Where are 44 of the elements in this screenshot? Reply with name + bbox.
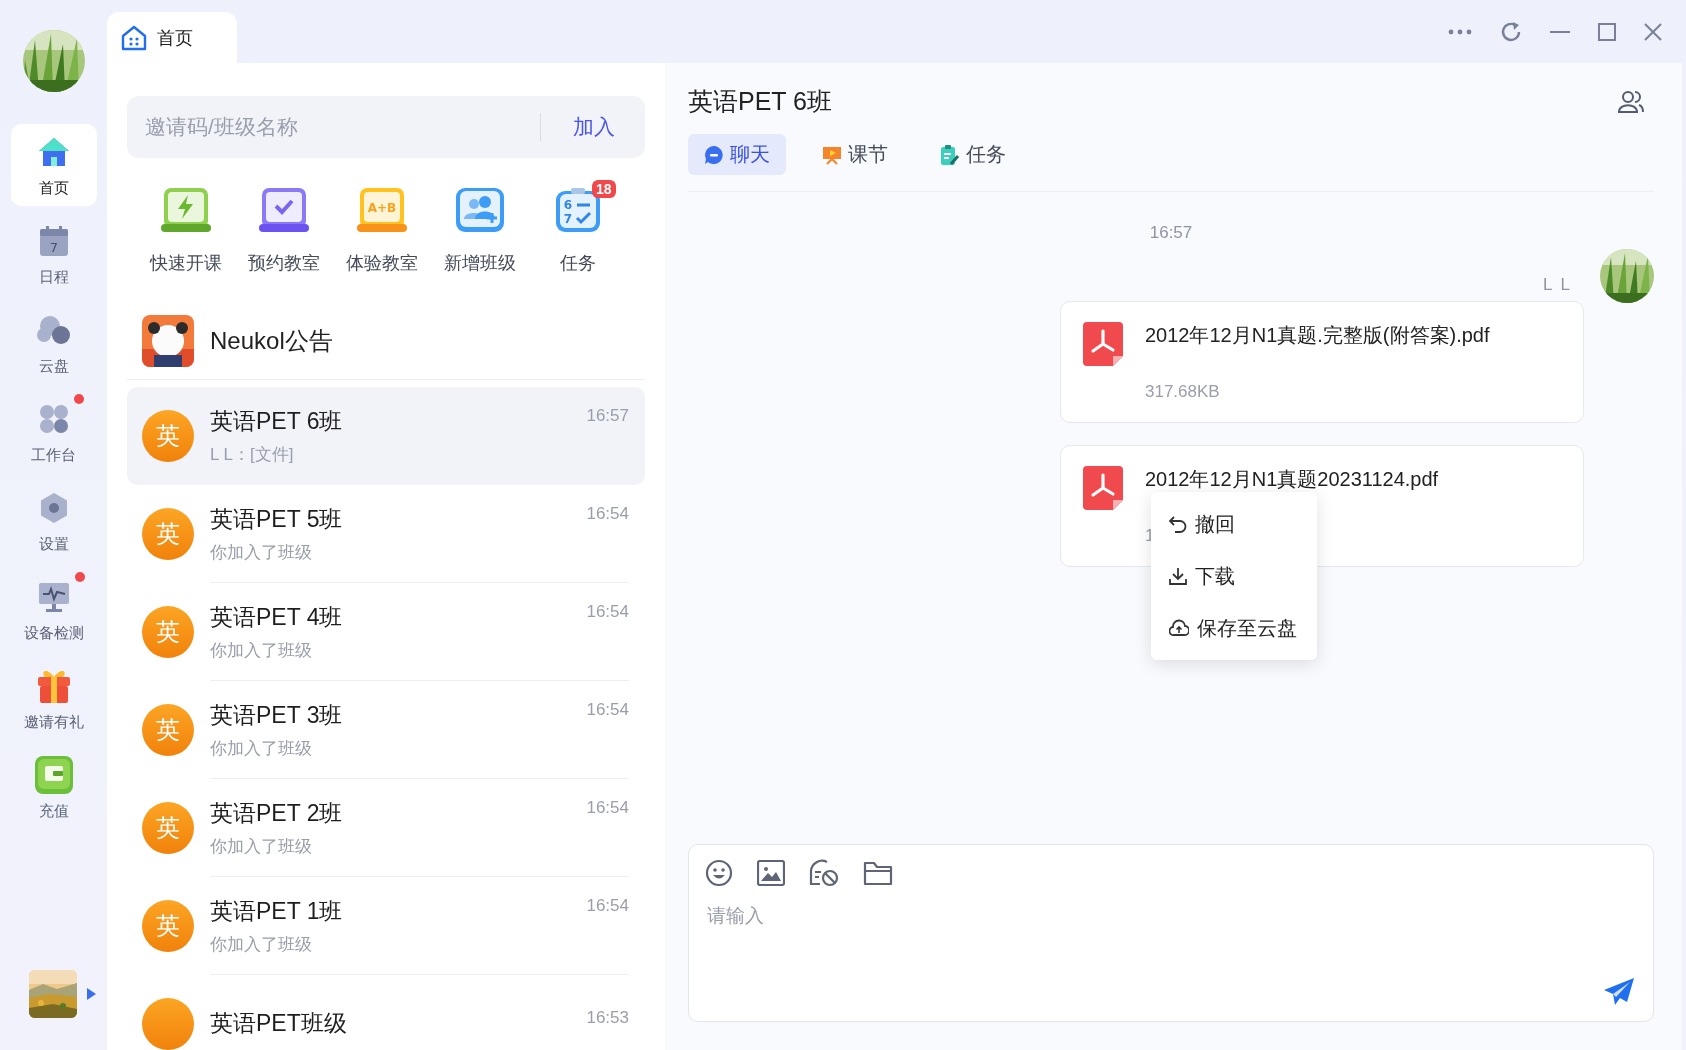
class-avatar: 英 (142, 704, 194, 756)
menu-item[interactable]: 保存至云盘 (1151, 602, 1317, 654)
file-name: 2012年12月N1真题.完整版(附答案).pdf (1145, 323, 1490, 348)
file-size: 317.68KB (1145, 382, 1221, 402)
quick-action[interactable]: A+B 体验教室 (346, 186, 418, 275)
nav-item[interactable]: 云盘 (10, 302, 97, 384)
conversation-item[interactable]: 英 英语PET 6班 16:57 L L：[文件] (127, 387, 645, 485)
menu-item[interactable]: 下载 (1151, 550, 1317, 602)
conversation-item[interactable]: 英 英语PET 1班 16:54 你加入了班级 (127, 877, 645, 975)
notice-item[interactable]: Neukol公告 (127, 275, 645, 380)
nav-item[interactable]: 7 日程 (10, 213, 97, 295)
file-name: 2012年12月N1真题20231124.pdf (1145, 467, 1439, 492)
conversation-item[interactable]: 英 英语PET 4班 16:54 你加入了班级 (127, 583, 645, 681)
conversation-item[interactable]: 英 英语PET 2班 16:54 你加入了班级 (127, 779, 645, 877)
message-input[interactable]: 请输入 (688, 844, 1654, 1022)
nav-item[interactable]: 设置 (10, 480, 97, 562)
nav-item[interactable]: 设备检测 (10, 569, 97, 651)
class-avatar: 英 (142, 606, 194, 658)
quick-action[interactable]: 快速开课 (150, 186, 222, 275)
file-message[interactable]: 2012年12月N1真题.完整版(附答案).pdf 317.68KB (1060, 301, 1584, 423)
conversation-item[interactable]: 英语PET班级 16:53 (127, 975, 645, 1050)
quick-action[interactable]: 新增班级 (444, 186, 516, 275)
chat-title: 英语PET 6班 (688, 86, 833, 117)
class-avatar: 英 (142, 900, 194, 952)
class-avatar: 英 (142, 508, 194, 560)
message-time: 16:57 (1149, 223, 1193, 243)
nav-item[interactable]: 工作台 (10, 391, 97, 473)
page-tab[interactable]: 首页 (107, 12, 237, 63)
class-avatar: 英 (142, 410, 194, 462)
menu-item[interactable]: 撤回 (1151, 498, 1317, 550)
chat-tab[interactable]: 聊天 (688, 134, 786, 175)
message-text-field[interactable]: 请输入 (705, 901, 1637, 1007)
conversation-item[interactable]: 英 英语PET 3班 16:54 你加入了班级 (127, 681, 645, 779)
sender-name: L L (1543, 275, 1572, 295)
join-button[interactable]: 加入 (561, 113, 629, 141)
nav-item[interactable]: 邀请有礼 (10, 658, 97, 740)
nav-item[interactable]: 充值 (10, 747, 97, 829)
class-avatar: 英 (142, 802, 194, 854)
nav-item[interactable]: 首页 (10, 124, 97, 206)
conversation-item[interactable]: 英 英语PET 5班 16:54 你加入了班级 (127, 485, 645, 583)
chat-tab[interactable]: 任务 (924, 134, 1022, 175)
join-field[interactable]: 邀请码/班级名称 加入 (127, 96, 645, 158)
quick-action[interactable]: 预约教室 (248, 186, 320, 275)
chat-tab[interactable]: 课节 (806, 134, 904, 175)
